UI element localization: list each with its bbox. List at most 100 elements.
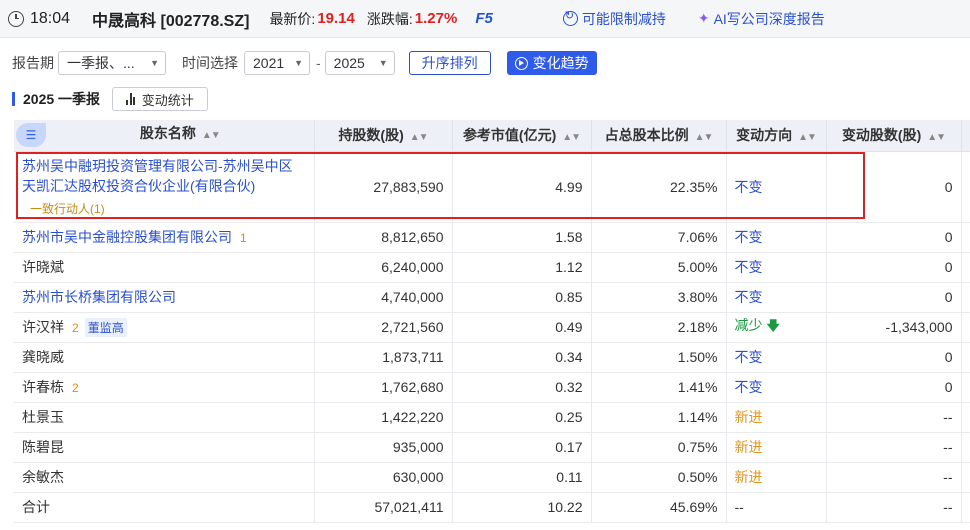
refresh-f5-button[interactable]: F5 xyxy=(475,10,493,27)
executive-tag[interactable]: 董监高 xyxy=(84,318,127,337)
shareholder-name-cell: 许春栋 2 xyxy=(14,372,315,403)
change-shares-cell: 0 xyxy=(826,282,962,313)
trend-button-label: 变化趋势 xyxy=(532,55,589,71)
period-select-value: 一季报、... xyxy=(67,55,135,71)
shareholder-name-cell: 许晓斌 xyxy=(14,252,315,283)
change-direction: 新进 xyxy=(734,469,763,485)
market-value-cell: 4.99 xyxy=(452,151,592,223)
table-row[interactable]: 龚晓威 1,873,711 0.34 1.50% 不变 0 xyxy=(14,342,970,373)
play-icon xyxy=(514,56,528,70)
shareholder-name-cell: 许汉祥 2 董监高 xyxy=(14,312,315,343)
ai-report-link[interactable]: ✦ AI写公司深度报告 xyxy=(698,9,825,29)
holder-count-badge[interactable]: 1 xyxy=(240,231,247,245)
concert-party-note[interactable]: 一致行动人(1) xyxy=(30,200,306,217)
change-direction: 新进 xyxy=(734,409,763,425)
shareholder-name[interactable]: 苏州市长桥集团有限公司 xyxy=(22,289,176,305)
period-label: 报告期 xyxy=(12,55,54,71)
extra-cell xyxy=(961,252,970,283)
ratio-cell: 0.50% xyxy=(591,462,727,493)
shareholder-name-cell: 余敏杰 xyxy=(14,462,315,493)
shareholder-name: 许春栋 xyxy=(22,379,64,395)
change-direction: 不变 xyxy=(734,289,763,305)
chevron-down-icon: ▼ xyxy=(294,58,303,68)
shares-cell: 1,762,680 xyxy=(314,372,453,403)
total-direction: -- xyxy=(726,492,827,523)
shares-cell: 1,873,711 xyxy=(314,342,453,373)
table-row[interactable]: 许春栋 2 1,762,680 0.32 1.41% 不变 0 xyxy=(14,372,970,403)
extra-cell xyxy=(961,492,970,523)
direction-cell: 不变 xyxy=(726,282,827,313)
current-time: 18:04 xyxy=(30,9,71,27)
shares-cell: 27,883,590 xyxy=(314,151,453,223)
column-header-ratio[interactable]: 占总股本比例 ▲▼ xyxy=(591,120,727,152)
market-value-cell: 0.25 xyxy=(452,402,592,433)
change-direction: 不变 xyxy=(734,178,763,195)
extra-cell xyxy=(961,372,970,403)
column-settings-icon[interactable]: ☰ xyxy=(16,123,46,148)
change-direction: 不变 xyxy=(734,259,763,275)
table-row[interactable]: 杜景玉 1,422,220 0.25 1.14% 新进 -- xyxy=(14,402,970,433)
direction-cell: 不变 xyxy=(726,222,827,253)
unlock-limit-link[interactable]: 可能限制减持 xyxy=(562,9,666,29)
change-direction: 新进 xyxy=(734,439,763,455)
market-value-cell: 0.11 xyxy=(452,462,592,493)
shares-cell: 935,000 xyxy=(314,432,453,463)
table-row[interactable]: 余敏杰 630,000 0.11 0.50% 新进 -- xyxy=(14,462,970,493)
holder-count-badge[interactable]: 2 xyxy=(72,321,79,335)
column-header-value[interactable]: 参考市值(亿元) ▲▼ xyxy=(452,120,592,152)
change-stats-button[interactable]: 变动统计 xyxy=(112,87,209,111)
total-change: -- xyxy=(826,492,962,523)
column-header-change[interactable]: 变动股数(股) ▲▼ xyxy=(826,120,962,152)
direction-cell: 新进 xyxy=(726,402,827,433)
direction-cell: 新进 xyxy=(726,432,827,463)
column-header-extra xyxy=(961,120,970,152)
shares-cell: 630,000 xyxy=(314,462,453,493)
ratio-cell: 22.35% xyxy=(591,151,727,223)
year-from-select[interactable]: 2021 ▼ xyxy=(244,51,310,75)
shareholder-table: ☰ 股东名称 ▲▼ 持股数(股) ▲▼ 参考市值(亿元) ▲▼ 占总股本比例 ▲▼ 变动… xyxy=(14,120,970,523)
year-to-select[interactable]: 2025 ▼ xyxy=(324,51,395,75)
shareholder-name-cell: 苏州吴中融玥投资管理有限公司-苏州吴中区天凯汇达股权投资合伙企业(有限合伙) 一致… xyxy=(14,151,315,223)
bar-chart-icon xyxy=(126,93,137,105)
table-row[interactable]: 许汉祥 2 董监高 2,721,560 0.49 2.18% 减少 🡇 -1,343,000 xyxy=(14,312,970,343)
chevron-down-icon: ▼ xyxy=(150,58,159,68)
trend-button[interactable]: 变化趋势 xyxy=(506,51,597,75)
table-row[interactable]: 陈碧昆 935,000 0.17 0.75% 新进 -- xyxy=(14,432,970,463)
market-value-cell: 0.49 xyxy=(452,312,592,343)
table-row[interactable]: 苏州市吴中金融控股集团有限公司 1 8,812,650 1.58 7.06% 不变 0 xyxy=(14,222,970,253)
change-direction: 不变 xyxy=(734,229,763,245)
clock-icon xyxy=(8,10,24,27)
sort-icon: ▲▼ xyxy=(562,132,581,144)
sort-icon: ▲▼ xyxy=(201,130,221,142)
total-value: 10.22 xyxy=(452,492,592,523)
direction-cell: 不变 xyxy=(726,151,827,223)
shareholder-name-cell: 杜景玉 xyxy=(14,402,315,433)
column-header-direction[interactable]: 变动方向 ▲▼ xyxy=(726,120,827,152)
ai-report-label: AI写公司深度报告 xyxy=(713,10,825,27)
market-value-cell: 0.32 xyxy=(452,372,592,403)
ratio-cell: 5.00% xyxy=(591,252,727,283)
table-row[interactable]: 许晓斌 6,240,000 1.12 5.00% 不变 0 xyxy=(14,252,970,283)
sort-icon: ▲▼ xyxy=(694,132,714,144)
change-direction: 不变 xyxy=(734,349,763,365)
shareholder-name[interactable]: 苏州市吴中金融控股集团有限公司 xyxy=(22,229,232,245)
change-shares-cell: -1,343,000 xyxy=(826,312,962,343)
change-shares-cell: -- xyxy=(826,402,962,433)
extra-cell xyxy=(961,462,970,493)
ratio-cell: 2.18% xyxy=(591,312,727,343)
period-select[interactable]: 一季报、... ▼ xyxy=(58,51,166,75)
sort-asc-button[interactable]: 升序排列 xyxy=(408,51,491,75)
column-header-shares[interactable]: 持股数(股) ▲▼ xyxy=(314,120,453,152)
range-dash: - xyxy=(316,55,321,71)
direction-cell: 新进 xyxy=(726,462,827,493)
table-row[interactable]: 苏州吴中融玥投资管理有限公司-苏州吴中区天凯汇达股权投资合伙企业(有限合伙) 一致… xyxy=(14,151,970,223)
holder-count-badge[interactable]: 2 xyxy=(72,381,79,395)
filter-bar: 报告期 一季报、... ▼ 时间选择 2021 ▼ - 2025 ▼ 升序排列 … xyxy=(12,50,597,76)
sparkle-icon: ✦ xyxy=(697,10,710,26)
shares-cell: 6,240,000 xyxy=(314,252,453,283)
extra-cell xyxy=(961,432,970,463)
column-header-name[interactable]: ☰ 股东名称 ▲▼ xyxy=(14,120,315,152)
shareholder-name[interactable]: 苏州吴中融玥投资管理有限公司-苏州吴中区天凯汇达股权投资合伙企业(有限合伙) xyxy=(22,158,293,194)
table-row[interactable]: 苏州市长桥集团有限公司 4,740,000 0.85 3.80% 不变 0 xyxy=(14,282,970,313)
total-shares: 57,021,411 xyxy=(314,492,453,523)
